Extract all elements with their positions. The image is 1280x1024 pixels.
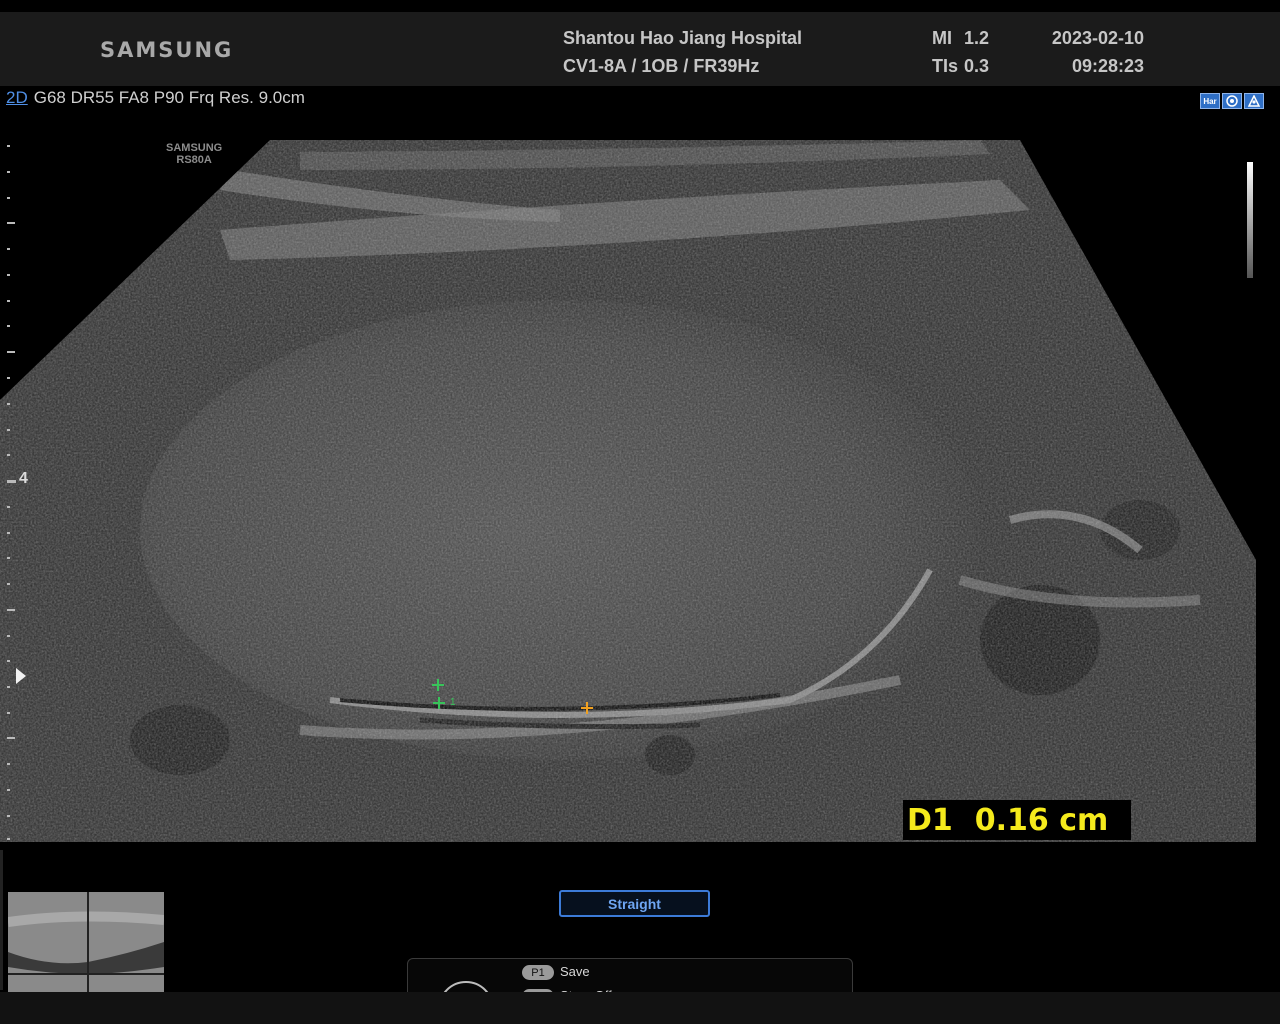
depth-scale <box>0 140 40 842</box>
depth-tick <box>7 325 10 327</box>
probe-info: CV1-8A / 1OB / FR39Hz <box>563 56 760 76</box>
depth-tick <box>7 635 10 637</box>
caliper-start-marker-2[interactable] <box>433 697 445 709</box>
depth-tick <box>7 557 10 559</box>
measurement-value: 0.16 cm <box>974 802 1109 838</box>
reference-thumbnail[interactable] <box>8 892 164 992</box>
depth-tick <box>7 506 10 508</box>
caliper-end-marker[interactable] <box>581 702 593 714</box>
p1-label: Save <box>560 964 590 979</box>
grayscale-bar <box>1247 162 1253 278</box>
depth-label-tick <box>7 480 16 483</box>
hospital-name: Shantou Hao Jiang Hospital <box>563 28 803 48</box>
depth-tick <box>7 248 10 250</box>
p1-key[interactable]: P1 <box>522 965 554 980</box>
fetus-icon <box>1222 93 1242 109</box>
status-icons: Har <box>1200 93 1264 109</box>
depth-tick <box>7 532 10 534</box>
tis-label: TIs <box>932 56 959 76</box>
watermark-model: RS80A <box>176 154 212 166</box>
depth-tick <box>7 737 15 739</box>
depth-tick <box>7 838 10 840</box>
harmonic-icon: Har <box>1200 93 1220 109</box>
tis-value: 0.3 <box>964 56 990 76</box>
panel-divider <box>0 850 3 990</box>
depth-label: 4 <box>19 470 28 487</box>
device-watermark: SAMSUNG RS80A <box>166 142 222 166</box>
mi-value: 1.2 <box>964 28 990 48</box>
depth-tick <box>7 197 10 199</box>
imaging-params-text: G68 DR55 FA8 P90 Frq Res. 9.0cm <box>33 88 305 107</box>
brand-logo: SAMSUNG <box>100 38 234 62</box>
imaging-parameters: 2D G68 DR55 FA8 P90 Frq Res. 9.0cm <box>6 88 305 108</box>
mode-2d-indicator[interactable]: 2D <box>6 88 28 107</box>
focus-marker[interactable] <box>16 668 26 684</box>
measurement-label: D1 <box>907 802 953 838</box>
caliper-number: 1 <box>450 697 456 708</box>
caliper-start-marker[interactable] <box>432 679 444 691</box>
bottom-bar <box>0 992 1280 1024</box>
depth-tick <box>7 403 10 405</box>
depth-tick <box>7 583 10 585</box>
depth-tick <box>7 815 10 817</box>
preset-icon <box>1244 93 1264 109</box>
depth-tick <box>7 712 10 714</box>
depth-tick <box>7 429 10 431</box>
depth-tick <box>7 763 10 765</box>
depth-tick <box>7 377 10 379</box>
exam-time: 09:28:23 <box>1071 56 1144 76</box>
depth-tick <box>7 222 15 224</box>
exam-date: 2023-02-10 <box>1051 28 1144 48</box>
depth-tick <box>7 351 15 353</box>
depth-tick <box>7 454 10 456</box>
measurement-readout: D1 0.16 cm <box>903 800 1131 840</box>
header-bar: SAMSUNG Shantou Hao Jiang Hospital CV1-8… <box>0 12 1280 86</box>
watermark-brand: SAMSUNG <box>166 142 223 154</box>
depth-tick <box>7 686 10 688</box>
depth-tick <box>7 145 10 147</box>
depth-tick <box>7 274 10 276</box>
depth-tick <box>7 789 10 791</box>
mi-label: MI <box>932 28 952 48</box>
depth-tick <box>7 300 10 302</box>
depth-tick <box>7 660 10 662</box>
depth-tick <box>7 171 10 173</box>
straight-button[interactable]: Straight <box>559 890 710 917</box>
ultrasound-image <box>0 140 1256 842</box>
depth-tick <box>7 609 15 611</box>
